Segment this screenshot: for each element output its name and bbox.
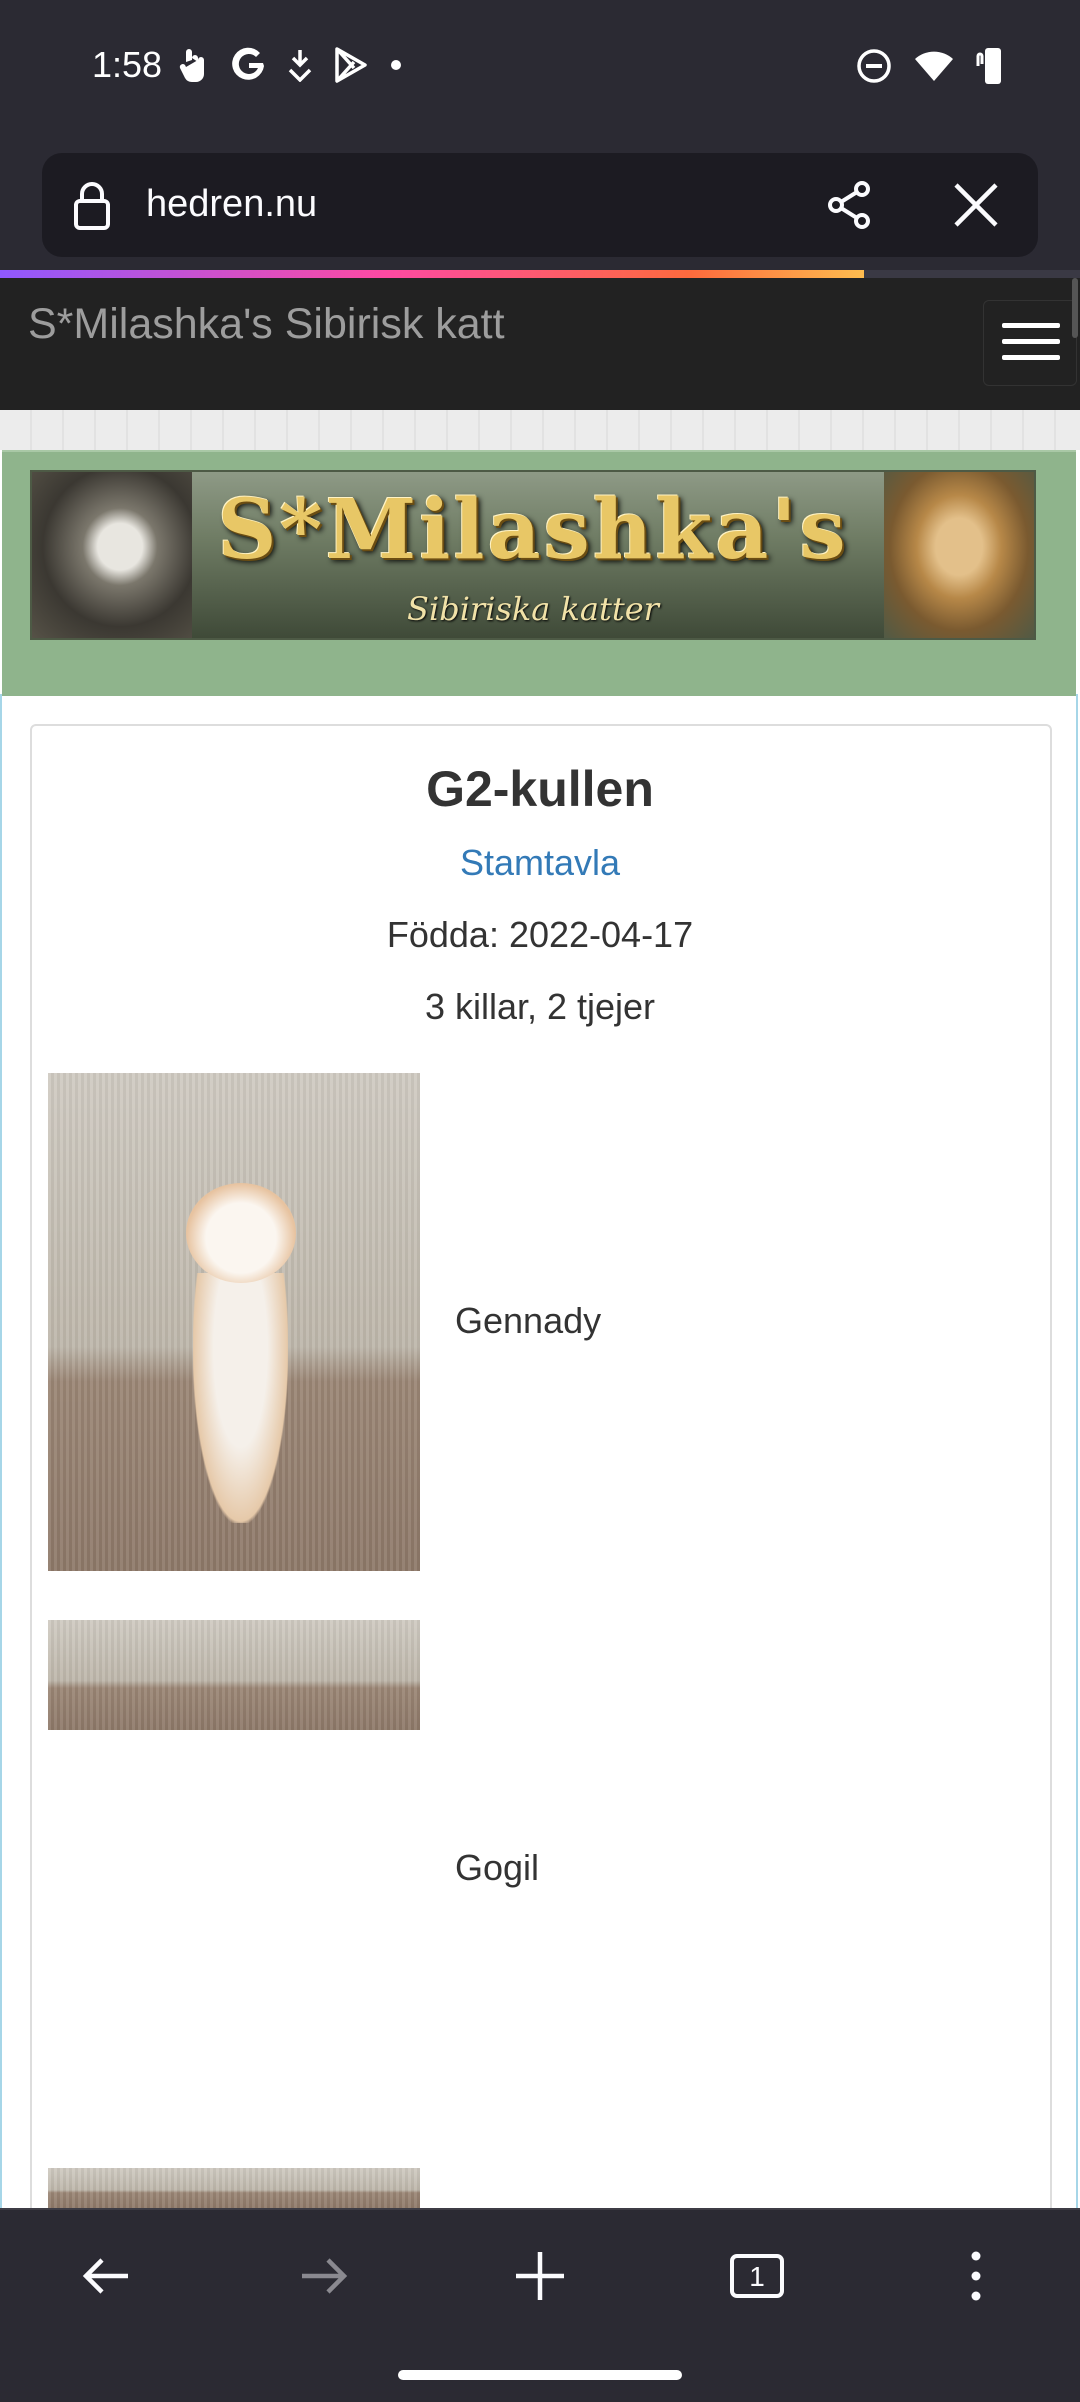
scrollbar[interactable] xyxy=(1072,278,1078,338)
page-load-progress xyxy=(0,270,1080,278)
more-menu-icon[interactable] xyxy=(948,2248,1004,2309)
kitten-photo[interactable] xyxy=(48,2168,420,2208)
kitten-figure xyxy=(193,1273,288,1523)
home-gesture-bar[interactable] xyxy=(398,2370,682,2380)
status-time: 1:58 xyxy=(92,44,163,85)
pedigree-link[interactable]: Stamtavla xyxy=(0,842,1080,884)
kitten-name: Gennady xyxy=(455,1300,602,1341)
menu-bar-icon xyxy=(1002,355,1060,360)
banner-panel: S*Milashka's Sibiriska katter xyxy=(2,450,1076,696)
do-not-disturb-icon xyxy=(856,48,892,84)
banner-title: S*Milashka's xyxy=(217,482,849,578)
system-icons xyxy=(856,46,1010,86)
menu-bar-icon xyxy=(1002,339,1060,344)
birth-date: Födda: 2022-04-17 xyxy=(386,914,694,955)
kitten-photo[interactable] xyxy=(48,1620,420,1730)
site-title[interactable]: S*Milashka's Sibirisk katt xyxy=(28,300,505,349)
browser-bottom-bar: 1 xyxy=(0,2208,1080,2402)
close-icon[interactable] xyxy=(948,177,1004,238)
status-bar: 1:58 xyxy=(0,0,1080,140)
litter-title: G2-kullen xyxy=(426,761,654,817)
wifi-icon xyxy=(914,49,954,83)
battery-icon xyxy=(976,46,1010,86)
background-pattern xyxy=(0,410,1080,450)
kitten-name: Gogil xyxy=(455,1847,540,1888)
menu-bar-icon xyxy=(1002,323,1060,328)
site-navbar: S*Milashka's Sibirisk katt xyxy=(0,278,1080,410)
tab-counter-button[interactable]: 1 xyxy=(728,2248,786,2309)
google-icon xyxy=(230,46,268,84)
new-tab-plus-icon[interactable] xyxy=(512,2248,568,2309)
play-store-icon xyxy=(332,46,368,84)
banner-image: S*Milashka's Sibiriska katter xyxy=(30,470,1036,640)
lock-icon[interactable] xyxy=(72,181,112,236)
tab-count: 1 xyxy=(749,2261,765,2292)
download-icon xyxy=(286,48,314,82)
back-arrow-icon[interactable] xyxy=(78,2248,134,2309)
url-text[interactable]: hedren.nu xyxy=(146,183,317,226)
banner-subtitle: Sibiriska katter xyxy=(407,590,659,628)
forward-arrow-icon[interactable] xyxy=(296,2248,352,2309)
share-icon[interactable] xyxy=(822,177,878,238)
litter-count: 3 killar, 2 tjejer xyxy=(424,986,656,1027)
notification-icons xyxy=(178,46,406,84)
kitten-photo[interactable] xyxy=(48,1073,420,1571)
url-bar[interactable]: hedren.nu xyxy=(42,153,1038,257)
kitten-face xyxy=(186,1183,296,1283)
dot-icon xyxy=(386,55,406,75)
hamburger-menu-button[interactable] xyxy=(983,300,1077,386)
browser-toolbar: hedren.nu xyxy=(0,140,1080,270)
hand-cursor-icon xyxy=(178,46,212,84)
page-load-progress-fill xyxy=(0,270,864,278)
